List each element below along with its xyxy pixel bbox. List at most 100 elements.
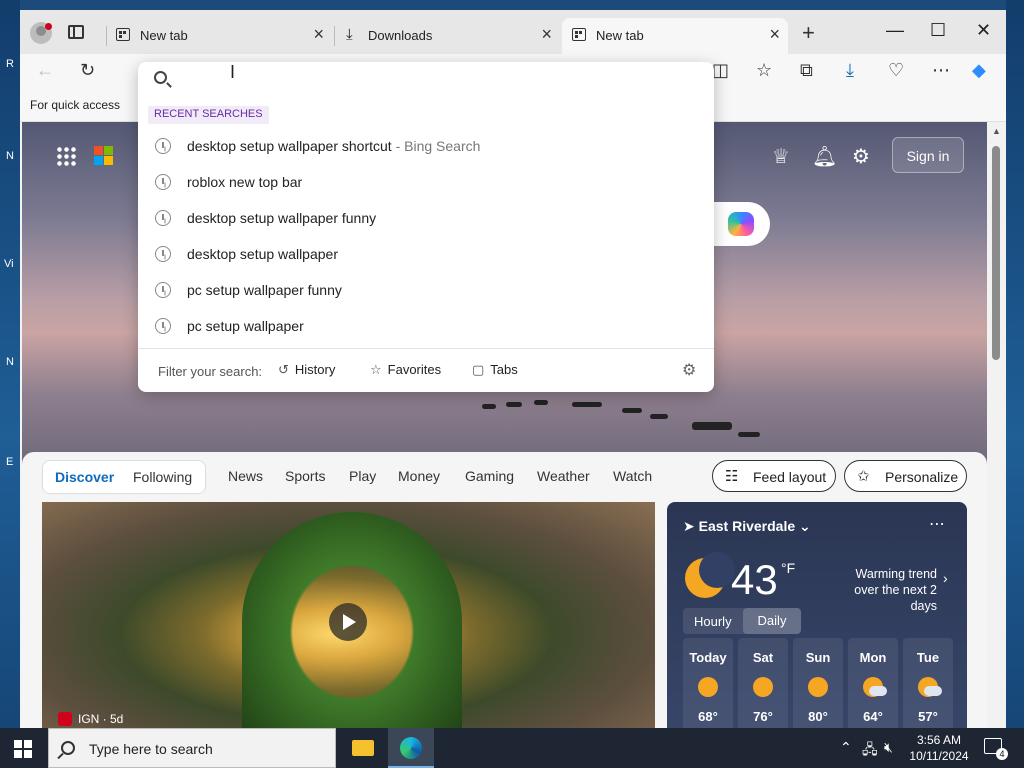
weather-trend[interactable]: Warming trend over the next 2 days [827, 566, 937, 614]
forecast-day[interactable]: Sat 76° [738, 638, 788, 728]
scroll-up-icon[interactable]: ▲ [992, 126, 1001, 136]
close-icon[interactable]: × [769, 24, 780, 45]
newtab-icon [572, 28, 586, 41]
window-close-icon[interactable]: ✕ [976, 20, 991, 41]
browser-essentials-icon[interactable]: ♡ [888, 60, 904, 81]
forecast-day[interactable]: Sun 80° [793, 638, 843, 728]
notifications-bell-icon[interactable]: 🔔︎ [812, 144, 837, 169]
feed-layout-button[interactable]: ☷ Feed layout [712, 460, 836, 492]
copilot-icon[interactable]: ◆ [972, 60, 986, 81]
history-icon: ↺ [278, 362, 289, 377]
nav-watch[interactable]: Watch [613, 468, 652, 484]
forecast-day[interactable]: Tue 57° [903, 638, 953, 728]
close-icon[interactable]: × [313, 24, 324, 45]
desktop-icon-label: R [6, 58, 14, 70]
split-screen-icon[interactable]: ◫ [712, 60, 729, 81]
newtab-icon [116, 28, 130, 41]
tab-label: New tab [596, 28, 644, 43]
more-options-icon[interactable]: ⋯ [929, 514, 945, 534]
nav-gaming[interactable]: Gaming [465, 468, 514, 484]
tab-new-tab-1[interactable]: New tab × [106, 18, 332, 54]
favorites-bar-text: For quick access [30, 98, 121, 112]
text-cursor-icon: I [230, 62, 236, 82]
new-tab-plus-icon[interactable]: + [802, 20, 815, 46]
profile-alert-dot [45, 23, 52, 30]
recent-search-item[interactable]: pc setup wallpaper [138, 308, 714, 344]
location-arrow-icon: ➤ [683, 518, 695, 534]
nav-money[interactable]: Money [398, 468, 440, 484]
downloads-icon[interactable]: ⤓ [846, 60, 854, 81]
settings-gear-icon[interactable]: ⚙ [852, 144, 870, 169]
tab-label: Downloads [368, 28, 433, 43]
tab-new-tab-active[interactable]: New tab × [562, 18, 788, 54]
copilot-search-button[interactable] [712, 202, 770, 246]
sign-in-button[interactable]: Sign in [892, 137, 964, 173]
play-icon[interactable] [329, 603, 367, 641]
recent-search-item[interactable]: pc setup wallpaper funny [138, 272, 714, 308]
folder-icon [352, 740, 374, 756]
recent-search-item[interactable]: desktop setup wallpaper [138, 236, 714, 272]
partly-cloudy-icon [918, 677, 942, 697]
refresh-icon[interactable]: ↻ [80, 60, 95, 81]
forecast-day[interactable]: Mon 64° [848, 638, 898, 728]
history-icon [155, 318, 171, 334]
ign-logo-icon [58, 712, 72, 726]
favorites-star-icon[interactable]: ☆ [756, 60, 772, 81]
chevron-up-icon[interactable]: ⌃ [840, 739, 852, 756]
more-options-icon[interactable]: ⋯ [932, 60, 950, 81]
video-card[interactable]: IGN · 5d [42, 502, 655, 728]
filter-favorites-button[interactable]: ☆ Favorites [370, 362, 441, 378]
back-arrow-icon[interactable]: ← [36, 60, 54, 81]
rewards-trophy-icon[interactable]: ♕ [772, 144, 790, 169]
hero-rocks [482, 392, 782, 452]
recent-search-item[interactable]: desktop setup wallpaper funny [138, 200, 714, 236]
history-icon [155, 174, 171, 190]
nav-play[interactable]: Play [349, 468, 376, 484]
tab-downloads[interactable]: ⤓ Downloads × [334, 18, 560, 54]
workspaces-icon[interactable] [68, 25, 84, 39]
maximize-icon[interactable]: ☐ [930, 20, 946, 41]
app-launcher-grid-icon[interactable] [56, 146, 76, 166]
tab-strip: New tab × ⤓ Downloads × New tab × + — ☐ … [20, 10, 1006, 54]
collections-icon[interactable]: ⧉ [800, 60, 813, 81]
weather-card[interactable]: ➤ East Riverdale ⌄ ⋯ 43 °F Warming trend… [667, 502, 967, 728]
edge-app[interactable] [388, 728, 434, 768]
search-icon [154, 71, 167, 84]
desktop-background: R N Vi N E [0, 0, 20, 728]
microsoft-logo-icon [94, 146, 114, 166]
scrollbar-thumb[interactable] [992, 146, 1000, 360]
close-icon[interactable]: × [541, 24, 552, 45]
history-icon [155, 282, 171, 298]
taskbar: Type here to search ⌃ 🖧 🔇︎ 3:56 AM 10/11… [0, 728, 1024, 768]
download-icon: ⤓ [346, 26, 353, 43]
notification-count-badge: 4 [996, 748, 1008, 760]
vertical-scrollbar[interactable]: ▲ [987, 122, 1006, 728]
minimize-icon[interactable]: — [886, 20, 904, 41]
recent-search-item[interactable]: roblox new top bar [138, 164, 714, 200]
tab-daily[interactable]: Daily [743, 608, 801, 634]
volume-muted-icon[interactable]: 🔇︎ [884, 739, 893, 756]
gear-icon[interactable]: ⚙ [682, 360, 696, 380]
network-icon[interactable]: 🖧 [862, 739, 878, 763]
filter-history-button[interactable]: ↺ History [278, 362, 335, 378]
tab-following[interactable]: Following [133, 469, 192, 485]
file-explorer-app[interactable] [340, 728, 386, 768]
address-search-input[interactable] [178, 66, 698, 94]
personalize-button[interactable]: ✩ Personalize [844, 460, 967, 492]
taskbar-search-box[interactable]: Type here to search [48, 728, 336, 768]
nav-weather[interactable]: Weather [537, 468, 590, 484]
nav-news[interactable]: News [228, 468, 263, 484]
filter-label: Filter your search: [158, 364, 263, 379]
weather-location[interactable]: ➤ East Riverdale ⌄ [683, 518, 811, 535]
forecast-day[interactable]: Today 68° [683, 638, 733, 728]
recent-search-item[interactable]: desktop setup wallpaper shortcut - Bing … [138, 128, 714, 164]
system-clock[interactable]: 3:56 AM 10/11/2024 [904, 732, 974, 764]
nav-sports[interactable]: Sports [285, 468, 325, 484]
partly-cloudy-icon [863, 677, 887, 697]
desktop-icon-label: N [6, 356, 14, 368]
filter-tabs-button[interactable]: ▢ Tabs [472, 362, 518, 378]
tab-hourly[interactable]: Hourly [694, 614, 732, 629]
tab-discover[interactable]: Discover [55, 469, 114, 485]
windows-start-icon[interactable] [14, 740, 32, 758]
chevron-right-icon[interactable]: › [943, 570, 948, 586]
